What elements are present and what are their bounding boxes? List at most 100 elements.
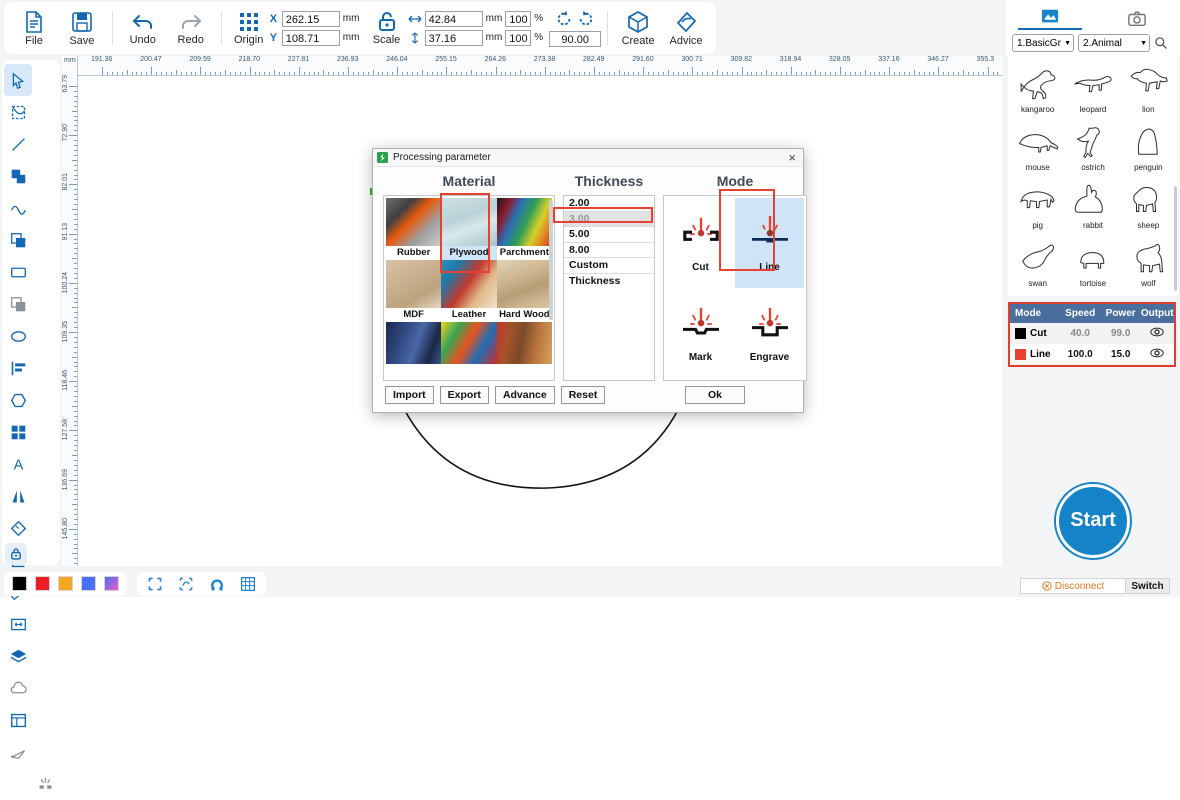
layer-color-chip[interactable] <box>1015 348 1026 360</box>
close-icon[interactable]: × <box>785 150 799 165</box>
library-item-rabbit[interactable]: rabbit <box>1065 176 1120 234</box>
library-item-wolf[interactable]: wolf <box>1121 234 1176 292</box>
material-option-partial[interactable] <box>441 322 497 364</box>
mirror-tool[interactable] <box>4 480 32 512</box>
node-edit-tool[interactable] <box>4 96 32 128</box>
layer-speed-cell[interactable]: 100.0 <box>1059 349 1100 360</box>
x-input[interactable]: 262.15 <box>281 10 340 27</box>
cloud-tool[interactable] <box>4 672 32 704</box>
library-item-mouse[interactable]: mouse <box>1010 118 1065 176</box>
layers-tool[interactable] <box>4 640 32 672</box>
tab-camera[interactable] <box>1105 4 1169 30</box>
union-tool[interactable] <box>4 160 32 192</box>
material-list[interactable]: Rubber Plywood Parchment MDF Leather Hard Woo… <box>383 195 555 381</box>
layout-tool[interactable] <box>4 704 32 736</box>
grid-icon[interactable] <box>240 576 256 592</box>
lock-button[interactable] <box>5 543 27 565</box>
align-tool[interactable] <box>4 352 32 384</box>
table-row[interactable]: Cut 40.0 99.0 <box>1010 323 1174 344</box>
layer-power-cell[interactable]: 15.0 <box>1101 349 1141 360</box>
export-button[interactable]: Export <box>439 386 489 404</box>
category-select-2[interactable]: 2.Animal ▼ <box>1078 34 1150 52</box>
curve-tool[interactable] <box>4 192 32 224</box>
height-input[interactable]: 37.16 <box>424 29 483 46</box>
mode-option-line[interactable]: Line <box>735 198 804 288</box>
rotate-left-icon[interactable] <box>555 10 573 28</box>
color-swatch[interactable] <box>81 576 96 591</box>
category-select-1[interactable]: 1.BasicGrap ▼ <box>1012 34 1074 52</box>
material-option-leather[interactable]: Leather <box>441 260 497 322</box>
eye-icon[interactable] <box>1150 348 1164 358</box>
file-button[interactable]: File <box>10 4 58 52</box>
redo-button[interactable]: Redo <box>167 4 215 52</box>
material-option-mdf[interactable]: MDF <box>386 260 442 322</box>
mode-option-cut[interactable]: Cut <box>666 198 735 288</box>
erase-tool[interactable] <box>4 512 32 544</box>
library-item-tortoise[interactable]: tortoise <box>1065 234 1120 292</box>
search-icon[interactable] <box>1154 36 1168 50</box>
ok-button[interactable]: Ok <box>685 386 745 404</box>
material-option-partial[interactable] <box>386 322 442 364</box>
rectangle-tool[interactable] <box>4 256 32 288</box>
color-swatch[interactable] <box>104 576 119 591</box>
thickness-option-custom-thickness[interactable]: Custom Thickness <box>564 258 654 287</box>
thickness-option-8.00[interactable]: 8.00 <box>564 243 654 258</box>
color-swatch[interactable] <box>35 576 50 591</box>
mode-option-engrave[interactable]: Engrave <box>735 288 804 378</box>
rotate-right-icon[interactable] <box>577 10 595 28</box>
thickness-list[interactable]: 2.00 3.00 5.00 8.00 Custom Thickness <box>563 195 655 381</box>
material-scrollbar[interactable] <box>549 200 553 320</box>
material-option-plywood[interactable]: Plywood <box>441 198 497 260</box>
path-tool[interactable] <box>4 736 32 768</box>
mode-option-mark[interactable]: Mark <box>666 288 735 378</box>
thickness-option-5.00[interactable]: 5.00 <box>564 227 654 243</box>
library-item-pig[interactable]: pig <box>1010 176 1065 234</box>
library-item-ostrich[interactable]: ostrich <box>1065 118 1120 176</box>
layer-speed-cell[interactable]: 40.0 <box>1059 328 1100 339</box>
layer-output-cell[interactable] <box>1140 327 1174 340</box>
advice-button[interactable]: Advice <box>662 4 710 52</box>
layer-power-cell[interactable]: 99.0 <box>1101 328 1141 339</box>
tab-library[interactable] <box>1017 4 1082 30</box>
disconnect-status[interactable]: Disconnect <box>1020 578 1126 594</box>
layer-color-chip[interactable] <box>1015 327 1026 339</box>
create-button[interactable]: Create <box>614 4 662 52</box>
material-option-partial[interactable] <box>496 322 552 364</box>
scale-button[interactable]: Scale <box>365 11 407 46</box>
library-item-sheep[interactable]: sheep <box>1121 176 1176 234</box>
vertical-ruler[interactable]: 63.79 72.90 82.01 91.13 100.24 109.35 118.46 12… <box>62 56 78 566</box>
material-option-rubber[interactable]: Rubber <box>386 198 442 260</box>
library-item-kangaroo[interactable]: kangaroo <box>1010 60 1065 118</box>
width-input[interactable]: 42.84 <box>424 10 483 27</box>
select-tool[interactable] <box>4 64 32 96</box>
reset-button[interactable]: Reset <box>560 386 606 404</box>
duplicate-tool[interactable] <box>4 224 32 256</box>
y-input[interactable]: 108.71 <box>281 29 340 46</box>
laser-burst-tool[interactable] <box>32 768 58 800</box>
magnet-icon[interactable] <box>209 576 225 592</box>
frame-icon[interactable] <box>147 576 163 592</box>
library-scrollbar[interactable] <box>1174 186 1177 291</box>
offset-tool[interactable] <box>4 288 32 320</box>
distribute-tool[interactable] <box>4 608 32 640</box>
material-option-parchment[interactable]: Parchment <box>496 198 552 260</box>
table-row[interactable]: Line 100.0 15.0 <box>1010 344 1174 365</box>
line-tool[interactable] <box>4 128 32 160</box>
start-button[interactable]: Start <box>1056 483 1130 558</box>
width-percent-input[interactable]: 100 <box>505 10 532 27</box>
undo-button[interactable]: Undo <box>119 4 167 52</box>
mode-list[interactable]: Cut Line Mark Engrave <box>663 195 807 381</box>
color-swatch[interactable] <box>58 576 73 591</box>
horizontal-ruler[interactable]: 191.36 200.47 209.59 218.70 227.81 236.93 246.… <box>62 56 1002 76</box>
preview-path-icon[interactable] <box>178 576 194 592</box>
library-item-leopard[interactable]: leopard <box>1065 60 1120 118</box>
library-item-swan[interactable]: swan <box>1010 234 1065 292</box>
eye-icon[interactable] <box>1150 327 1164 337</box>
layer-output-cell[interactable] <box>1140 348 1174 361</box>
ellipse-tool[interactable] <box>4 320 32 352</box>
thickness-option-3.00[interactable]: 3.00 <box>564 211 654 227</box>
polygon-tool[interactable] <box>4 384 32 416</box>
array-tool[interactable] <box>4 416 32 448</box>
material-option-hard-wood[interactable]: Hard Wood <box>496 260 552 322</box>
thickness-option-2.00[interactable]: 2.00 <box>564 196 654 212</box>
